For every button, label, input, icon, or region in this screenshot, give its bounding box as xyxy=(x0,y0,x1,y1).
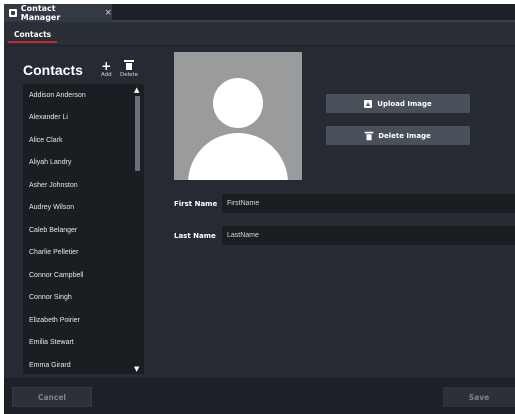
contact-list-item[interactable]: Audrey Wilson xyxy=(23,197,144,220)
upload-image-label: Upload Image xyxy=(377,99,432,108)
contacts-panel: Contacts + Add Delete Addison Anderson Al… xyxy=(12,52,147,374)
avatar-head-shape xyxy=(213,78,263,128)
add-contact-button[interactable]: + Add xyxy=(101,60,112,78)
scrollbar-thumb[interactable] xyxy=(135,96,140,171)
contact-list[interactable]: Addison Anderson Alexander Li Alice Clark A… xyxy=(23,84,144,374)
save-button[interactable]: Save xyxy=(443,387,515,407)
first-name-field[interactable] xyxy=(222,194,515,213)
contact-list-scrollbar[interactable]: ▲ ▼ xyxy=(133,84,142,374)
tab-contact-manager[interactable]: Contact Manager × xyxy=(4,4,112,22)
contact-list-item[interactable]: Aliyah Landry xyxy=(23,152,144,175)
avatar-body-shape xyxy=(188,133,288,180)
tab-contacts[interactable]: Contacts xyxy=(8,27,58,43)
contact-list-item[interactable]: Addison Anderson xyxy=(23,84,144,107)
upload-icon xyxy=(364,99,373,108)
contact-list-item[interactable]: Alexander Li xyxy=(23,107,144,130)
window-tab-strip: Contact Manager × xyxy=(4,4,515,22)
contact-list-item[interactable]: Connor Singh xyxy=(23,287,144,310)
cancel-button[interactable]: Cancel xyxy=(12,387,92,407)
last-name-label: Last Name xyxy=(174,232,216,240)
contact-list-item[interactable]: Emma Girard xyxy=(23,354,144,374)
contact-list-item[interactable]: Alice Clark xyxy=(23,129,144,152)
contacts-heading: Contacts xyxy=(23,62,83,78)
contact-list-item[interactable]: Connor Campbell xyxy=(23,264,144,287)
delete-image-label: Delete Image xyxy=(378,131,431,140)
contact-list-item[interactable]: Caleb Belanger xyxy=(23,219,144,242)
scroll-down-arrow-icon[interactable]: ▼ xyxy=(134,365,139,373)
delete-label: Delete xyxy=(120,72,139,78)
contact-list-item[interactable]: Emilia Stewart xyxy=(23,332,144,355)
trash-icon xyxy=(124,60,135,70)
contact-list-item[interactable]: Elizabeth Poirier xyxy=(23,309,144,332)
sub-tab-bar: Contacts xyxy=(4,22,515,46)
trash-icon xyxy=(364,131,374,140)
app-icon xyxy=(9,9,17,17)
first-name-label: First Name xyxy=(174,200,218,208)
tab-title: Contact Manager xyxy=(20,4,61,22)
contact-avatar-image xyxy=(174,52,302,180)
delete-image-button[interactable]: Delete Image xyxy=(326,126,470,145)
contact-list-item[interactable]: Asher Johnston xyxy=(23,174,144,197)
delete-contact-button[interactable]: Delete xyxy=(120,60,138,78)
contact-manager-window: Contact Manager × Contacts Contacts + Ad… xyxy=(4,4,515,414)
scroll-up-arrow-icon[interactable]: ▲ xyxy=(134,86,139,94)
upload-image-button[interactable]: Upload Image xyxy=(326,94,470,113)
contact-list-item[interactable]: Charlie Pelletier xyxy=(23,242,144,265)
add-label: Add xyxy=(101,72,112,78)
plus-icon: + xyxy=(101,59,112,73)
last-name-field[interactable] xyxy=(222,226,515,245)
tab-close-icon[interactable]: × xyxy=(104,8,112,18)
footer-bar: Cancel Save xyxy=(4,378,515,414)
